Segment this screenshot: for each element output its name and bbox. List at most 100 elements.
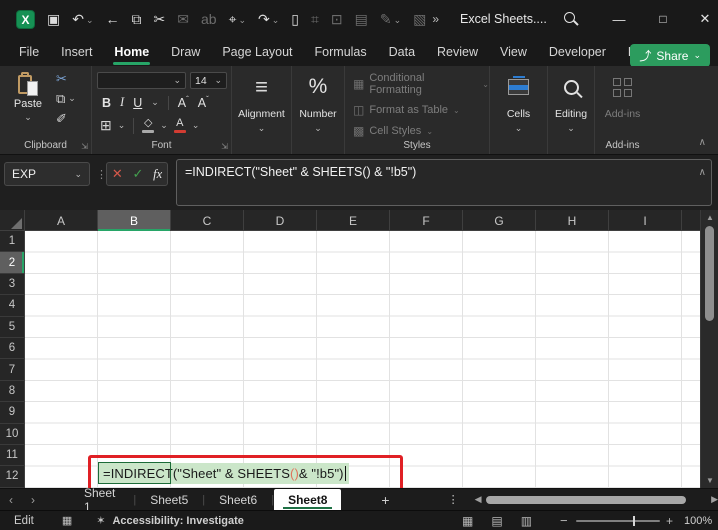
editing-button[interactable]: Editing ⌄ — [548, 66, 594, 154]
row-header-1[interactable]: 1 — [0, 231, 25, 252]
maximize-button[interactable]: □ — [642, 0, 684, 38]
draft-pen-icon[interactable]: ✎⌄ — [380, 12, 401, 26]
touch-mode-icon[interactable]: ⌖⌄ — [229, 12, 246, 26]
vertical-scrollbar[interactable]: ▲ ▼ — [700, 210, 718, 488]
row-header-3[interactable]: 3 — [0, 274, 25, 295]
row-header-2[interactable]: 2 — [0, 252, 25, 273]
column-header-h[interactable]: H — [536, 210, 609, 231]
column-header-g[interactable]: G — [463, 210, 536, 231]
column-header-d[interactable]: D — [244, 210, 317, 231]
sheet-tab-sheet1[interactable]: Sheet 1 — [70, 489, 133, 511]
zoom-slider[interactable] — [576, 520, 660, 522]
format-painter-button[interactable]: ✐ — [56, 112, 67, 125]
cells-button[interactable]: Cells ⌄ — [490, 66, 547, 154]
horizontal-scrollbar-thumb[interactable] — [486, 496, 686, 504]
number-button[interactable]: % Number ⌄ — [292, 66, 344, 154]
menu-tab-draw[interactable]: Draw — [160, 38, 211, 66]
page-layout-view-icon[interactable]: ▤ — [491, 514, 502, 528]
zoom-out-button[interactable]: − — [560, 513, 568, 528]
column-header-e[interactable]: E — [317, 210, 390, 231]
increase-font-button[interactable]: Aˆ — [178, 95, 189, 110]
scroll-down-icon[interactable]: ▼ — [701, 476, 718, 485]
italic-button[interactable]: I — [120, 95, 124, 110]
scroll-up-icon[interactable]: ▲ — [701, 213, 718, 222]
bold-button[interactable]: B — [102, 96, 111, 110]
menu-tab-view[interactable]: View — [489, 38, 538, 66]
save-icon[interactable]: ▣ — [47, 12, 60, 26]
alignment-button[interactable]: ≡ Alignment ⌄ — [232, 66, 291, 154]
accessibility-icon[interactable]: ✶ — [96, 514, 105, 527]
row-header-11[interactable]: 11 — [0, 445, 25, 466]
email-icon[interactable]: ✉ — [177, 12, 189, 26]
menu-tab-formulas[interactable]: Formulas — [304, 38, 378, 66]
zoom-level[interactable]: 100% — [684, 515, 712, 527]
insert-function-button[interactable]: fx — [153, 167, 162, 182]
font-color-button[interactable]: A — [174, 118, 186, 133]
name-box[interactable]: EXP ⌄ — [4, 162, 90, 186]
form-lookup-icon[interactable]: ▤ — [355, 12, 368, 26]
new-file-icon[interactable]: ▯ — [291, 12, 299, 26]
styles-item-format-as-table[interactable]: ◫Format as Table⌄ — [353, 103, 489, 117]
zoom-slider-thumb[interactable] — [633, 516, 635, 526]
row-header-6[interactable]: 6 — [0, 338, 25, 359]
column-header-a[interactable]: A — [25, 210, 98, 231]
pivot-icon[interactable]: ⌗ — [311, 12, 319, 26]
macro-record-icon[interactable]: ▦ — [62, 514, 72, 527]
menu-tab-home[interactable]: Home — [103, 38, 160, 66]
cells-area[interactable] — [25, 231, 700, 488]
font-size-select[interactable]: 14 ⌄ — [190, 72, 227, 89]
row-header-12[interactable]: 12 — [0, 466, 25, 487]
page-break-preview-icon[interactable]: ▥ — [521, 514, 532, 528]
select-all-corner[interactable] — [0, 210, 25, 231]
row-header-7[interactable]: 7 — [0, 359, 25, 380]
lock-user-icon[interactable]: ▧ — [413, 12, 426, 26]
borders-icon[interactable]: ⊞ — [100, 117, 112, 134]
underline-button[interactable]: U — [133, 96, 142, 110]
sheet-tab-sheet6[interactable]: Sheet6 — [205, 489, 271, 511]
clipboard-dialog-launcher-icon[interactable]: ⇲ — [81, 142, 88, 151]
sheet-nav-left-icon[interactable]: ‹ — [0, 493, 22, 507]
confirm-entry-button[interactable]: ✓ — [132, 166, 143, 182]
copy-icon[interactable]: ⧉ — [132, 12, 142, 26]
menu-tab-insert[interactable]: Insert — [50, 38, 103, 66]
cell-edit-text[interactable]: =INDIRECT("Sheet" & SHEETS() & "!b5") — [99, 463, 349, 484]
column-header-b[interactable]: B — [98, 210, 171, 231]
menu-tab-file[interactable]: File — [8, 38, 50, 66]
horizontal-scrollbar[interactable] — [486, 489, 688, 511]
scroll-right-icon[interactable]: ▶ — [711, 494, 718, 505]
fill-color-button[interactable]: ◇ — [142, 118, 154, 133]
formula-input[interactable]: =INDIRECT("Sheet" & SHEETS() & "!b5") — [176, 159, 712, 206]
collapse-ribbon-icon[interactable]: ∧ — [699, 137, 706, 148]
column-header-c[interactable]: C — [171, 210, 244, 231]
paste-button[interactable]: Paste ⌄ — [6, 72, 50, 134]
close-button[interactable]: ✕ — [684, 0, 718, 38]
copy-button[interactable]: ⧉⌄ — [56, 92, 76, 105]
camera-icon[interactable]: ⊡ — [331, 12, 343, 26]
redo-icon[interactable]: ↷⌄ — [258, 12, 279, 26]
menu-tab-data[interactable]: Data — [378, 38, 426, 66]
font-dialog-launcher-icon[interactable]: ⇲ — [221, 142, 228, 151]
collapse-formula-bar-icon[interactable]: ∧ — [699, 167, 706, 178]
menu-tab-developer[interactable]: Developer — [538, 38, 617, 66]
cut-button[interactable]: ✂ — [56, 72, 67, 85]
share-button[interactable]: ⤴ Share ⌄ — [630, 44, 710, 67]
accessibility-status[interactable]: Accessibility: Investigate — [112, 515, 243, 527]
row-header-10[interactable]: 10 — [0, 424, 25, 445]
styles-item-cell-styles[interactable]: ▩Cell Styles⌄ — [353, 124, 489, 138]
menu-tab-review[interactable]: Review — [426, 38, 489, 66]
translate-icon[interactable]: ab — [201, 12, 217, 26]
decrease-font-button[interactable]: Aˇ — [198, 95, 209, 110]
column-header-i[interactable]: I — [609, 210, 682, 231]
sheet-tab-sheet8[interactable]: Sheet8 — [274, 489, 341, 511]
sheet-nav-right-icon[interactable]: › — [22, 493, 44, 507]
column-header-f[interactable]: F — [390, 210, 463, 231]
styles-item-conditional-formatting[interactable]: ▦Conditional Formatting⌄ — [353, 72, 489, 96]
zoom-in-button[interactable]: + — [666, 514, 673, 528]
minimize-button[interactable]: — — [598, 0, 640, 38]
search-icon[interactable] — [564, 12, 575, 23]
undo-icon[interactable]: ↶⌄ — [72, 12, 93, 26]
row-header-9[interactable]: 9 — [0, 402, 25, 423]
sheet-options-icon[interactable]: ⋮ — [448, 493, 459, 506]
cut-icon[interactable]: ✂ — [154, 12, 166, 26]
vertical-scrollbar-thumb[interactable] — [705, 226, 714, 321]
